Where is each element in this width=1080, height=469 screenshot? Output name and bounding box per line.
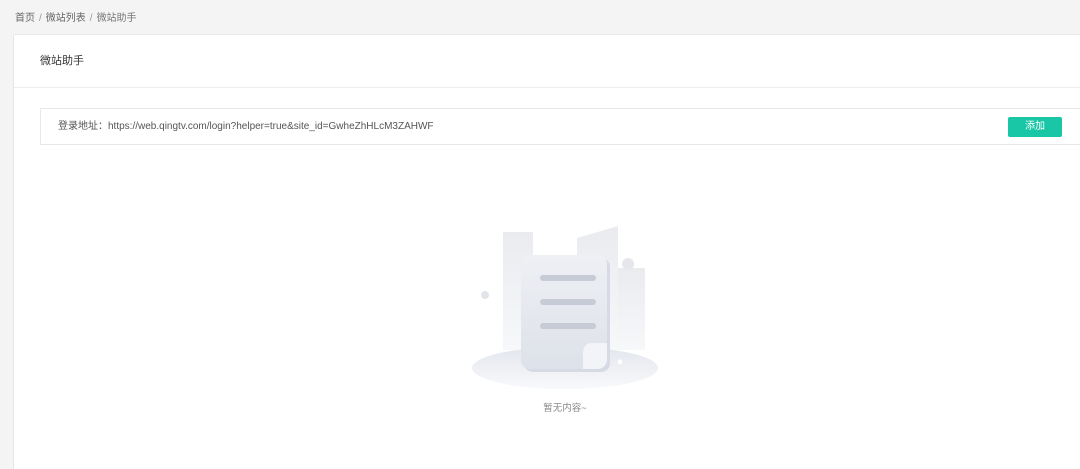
card-header: 微站助手: [14, 35, 1080, 88]
empty-state-text: 暂无内容~: [543, 403, 587, 414]
login-address: 登录地址：https://web.qingtv.com/login?helper…: [58, 109, 434, 144]
add-button[interactable]: 添加: [1008, 117, 1062, 137]
building-small-shape: [618, 268, 645, 350]
login-address-url[interactable]: https://web.qingtv.com/login?helper=true…: [108, 121, 434, 132]
decor-dot: [622, 258, 634, 270]
main-card: 微站助手 登录地址：https://web.qingtv.com/login?h…: [14, 35, 1080, 469]
document-fold: [583, 343, 607, 369]
document-line: [540, 275, 596, 281]
breadcrumb-item-site-list[interactable]: 微站列表: [46, 13, 86, 24]
login-address-label: 登录地址：: [58, 121, 108, 132]
decor-dot: [481, 291, 489, 299]
breadcrumb-item-current: 微站助手: [96, 13, 137, 24]
breadcrumb-separator: /: [89, 13, 93, 24]
empty-document-icon: [472, 226, 658, 389]
page-title: 微站助手: [40, 55, 84, 67]
decor-dot: [617, 359, 623, 365]
document-line: [540, 323, 596, 329]
login-address-bar: 登录地址：https://web.qingtv.com/login?helper…: [40, 108, 1080, 145]
breadcrumb-separator: /: [39, 13, 42, 24]
document-line: [540, 299, 596, 305]
breadcrumb: 首页 / 微站列表 / 微站助手: [15, 12, 137, 26]
breadcrumb-item-home[interactable]: 首页: [15, 13, 35, 24]
